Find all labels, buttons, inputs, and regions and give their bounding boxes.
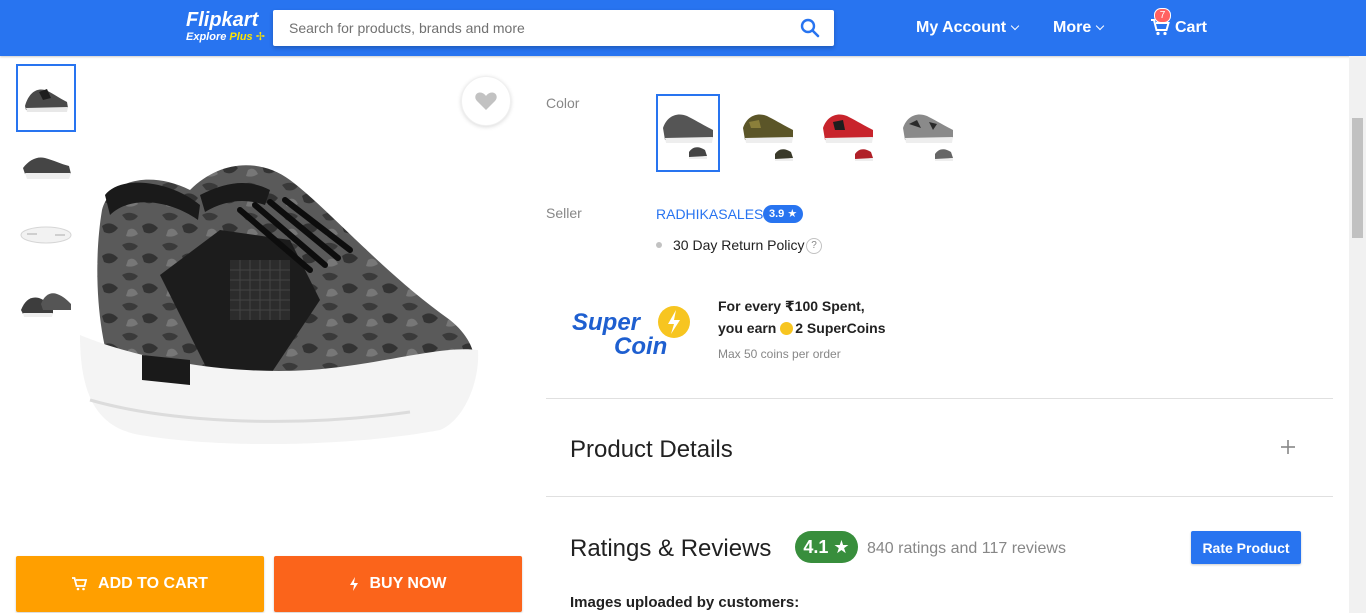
- product-thumbnail-2[interactable]: [16, 132, 76, 200]
- search-bar: [273, 10, 834, 46]
- shoe-thumbnail-image: [23, 157, 71, 179]
- camo-white-shoe-image: [903, 114, 953, 161]
- color-swatch-grey[interactable]: [656, 94, 720, 172]
- color-swatch-olive[interactable]: [736, 94, 800, 172]
- overall-rating-badge: 4.1 ★: [795, 531, 858, 563]
- top-header: Flipkart Explore Plus ✢ My Account More …: [0, 0, 1366, 56]
- flipkart-logo[interactable]: Flipkart Explore Plus ✢: [186, 9, 266, 47]
- product-thumbnail-1[interactable]: [16, 64, 76, 132]
- search-input[interactable]: [273, 10, 773, 46]
- cart-link[interactable]: Cart: [1175, 18, 1207, 38]
- color-label: Color: [546, 95, 580, 111]
- rating-count-text: 840 ratings and 117 reviews: [867, 540, 1066, 557]
- customer-images-heading: Images uploaded by customers:: [570, 594, 800, 611]
- chevron-down-icon: [1095, 21, 1105, 31]
- bullet-icon: [656, 242, 662, 248]
- plus-star-icon: ✢: [255, 31, 265, 43]
- search-icon[interactable]: [800, 18, 820, 38]
- logo-subtext: Explore Plus ✢: [186, 31, 266, 43]
- logo-explore: Explore: [186, 31, 227, 43]
- supercoin-logo: Super Coin: [570, 300, 694, 360]
- shoe-sole-image: [20, 226, 72, 244]
- supercoin-line1: For every ₹100 Spent,: [718, 298, 865, 314]
- sneaker-image: [80, 165, 479, 445]
- expand-plus-icon[interactable]: [1279, 438, 1297, 456]
- return-policy-text: 30 Day Return Policy: [673, 237, 805, 253]
- grey-shoe-image: [663, 114, 713, 159]
- shoe-thumbnail-image: [25, 89, 68, 112]
- rate-product-button[interactable]: Rate Product: [1191, 531, 1301, 564]
- heart-icon: [475, 92, 497, 110]
- cart-icon: [72, 577, 88, 591]
- help-icon[interactable]: ?: [806, 238, 822, 254]
- logo-plus: Plus: [229, 31, 253, 43]
- supercoin-value: 2 SuperCoins: [795, 320, 886, 336]
- buy-now-button[interactable]: BUY NOW: [274, 556, 522, 612]
- logo-super-text: Super: [572, 309, 642, 336]
- add-to-cart-label: ADD TO CART: [98, 575, 208, 592]
- color-swatch-red[interactable]: [816, 94, 880, 172]
- my-account-label: My Account: [916, 19, 1007, 36]
- logo-coin-text: Coin: [614, 333, 667, 360]
- wishlist-button[interactable]: [461, 76, 511, 126]
- red-shoe-image: [823, 114, 873, 161]
- lightning-icon: [349, 577, 359, 591]
- divider: [546, 398, 1333, 399]
- supercoin-line2: you earn 2 SuperCoins: [718, 320, 886, 336]
- buy-now-label: BUY NOW: [369, 575, 447, 592]
- logo-text: Flipkart: [186, 9, 259, 31]
- more-menu[interactable]: More: [1053, 18, 1105, 38]
- chevron-down-icon: [1010, 21, 1020, 31]
- ratings-reviews-title: Ratings & Reviews: [570, 535, 772, 562]
- cart-label: Cart: [1175, 19, 1208, 36]
- supercoin-note: Max 50 coins per order: [718, 347, 841, 361]
- olive-shoe-image: [743, 114, 793, 161]
- seller-name-link[interactable]: RADHIKASALES: [656, 206, 763, 222]
- product-thumbnail-4[interactable]: [16, 268, 76, 336]
- seller-label: Seller: [546, 205, 582, 221]
- supercoin-earn-prefix: you earn: [718, 320, 781, 336]
- cart-count-badge: 7: [1154, 8, 1171, 23]
- my-account-menu[interactable]: My Account: [916, 18, 1020, 38]
- add-to-cart-button[interactable]: ADD TO CART: [16, 556, 264, 612]
- shoe-pair-image: [21, 293, 71, 317]
- page-scrollbar[interactable]: [1349, 56, 1366, 613]
- more-label: More: [1053, 19, 1092, 36]
- scrollbar-thumb[interactable]: [1352, 118, 1363, 238]
- product-main-image[interactable]: [80, 150, 480, 450]
- product-details-title[interactable]: Product Details: [570, 436, 733, 464]
- product-thumbnail-3[interactable]: [16, 200, 76, 268]
- coin-icon: [780, 322, 794, 335]
- color-swatch-camo-white[interactable]: [896, 94, 960, 172]
- seller-rating-badge: 3.9 ★: [763, 205, 804, 223]
- divider: [546, 496, 1333, 497]
